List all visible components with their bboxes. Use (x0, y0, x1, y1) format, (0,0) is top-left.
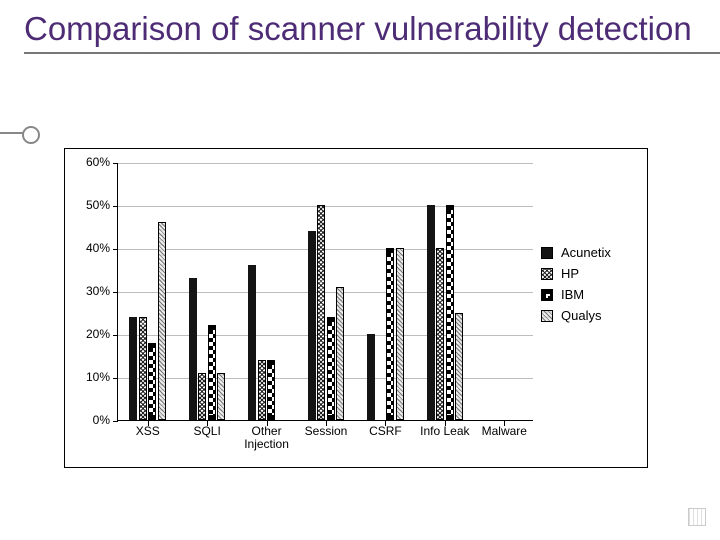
x-axis-label: Malware (482, 425, 527, 438)
bar-qualys (217, 373, 225, 420)
bar-hp (198, 373, 206, 420)
legend-label: Qualys (561, 308, 601, 323)
slide-root: Comparison of scanner vulnerability dete… (0, 0, 720, 540)
bar-qualys (455, 313, 463, 421)
gridline (118, 378, 533, 379)
plot-area: 0%10%20%30%40%50%60%XSSSQLIOther Injecti… (117, 163, 533, 421)
bar-hp (258, 360, 266, 420)
x-axis-label: SQLI (193, 425, 220, 438)
legend-item-qualys: Qualys (541, 308, 641, 323)
bar-acunetix (189, 278, 197, 420)
bar-acunetix (248, 265, 256, 420)
chart-container: 0% 10% 20% 30% 40% 50% 60% XSS SQLI Other Injecti… (64, 148, 648, 468)
y-axis-label: 0% (70, 413, 110, 427)
bar-ibm (267, 360, 275, 420)
bar-ibm (148, 343, 156, 420)
legend-label: HP (561, 266, 579, 281)
bar-qualys (336, 287, 344, 420)
bar-qualys (158, 222, 166, 420)
x-axis-label: CSRF (369, 425, 402, 438)
y-tick (113, 249, 118, 250)
legend-item-ibm: IBM (541, 287, 641, 302)
legend: Acunetix HP IBM Qualys (541, 239, 641, 329)
legend-label: IBM (561, 287, 584, 302)
y-tick (113, 378, 118, 379)
bar-acunetix (367, 334, 375, 420)
bar-acunetix (308, 231, 316, 420)
x-axis-label: XSS (136, 425, 160, 438)
ornament-icon (0, 123, 30, 143)
y-tick (113, 335, 118, 336)
bar-ibm (446, 205, 454, 420)
bar-qualys (396, 248, 404, 420)
bar-hp (139, 317, 147, 420)
y-tick (113, 206, 118, 207)
bar-ibm (208, 325, 216, 420)
y-axis-label: 10% (70, 370, 110, 384)
gridline (118, 335, 533, 336)
x-axis-label: Session (305, 425, 348, 438)
square-icon (541, 310, 553, 322)
bar-hp (436, 248, 444, 420)
square-icon (541, 247, 553, 259)
y-axis-label: 30% (70, 284, 110, 298)
bar-acunetix (427, 205, 435, 420)
x-axis-label: Info Leak (420, 425, 469, 438)
y-axis-label: 40% (70, 241, 110, 255)
x-axis-label: Other Injection (244, 425, 289, 451)
y-axis-label: 60% (70, 155, 110, 169)
gridline (118, 163, 533, 164)
y-axis-label: 20% (70, 327, 110, 341)
gridline (118, 292, 533, 293)
bar-acunetix (129, 317, 137, 420)
legend-item-acunetix: Acunetix (541, 245, 641, 260)
legend-item-hp: HP (541, 266, 641, 281)
y-tick (113, 292, 118, 293)
gridline (118, 206, 533, 207)
title-band: Comparison of scanner vulnerability dete… (24, 10, 720, 54)
gridline (118, 249, 533, 250)
y-tick (113, 163, 118, 164)
legend-label: Acunetix (561, 245, 611, 260)
y-axis-label: 50% (70, 198, 110, 212)
page-title: Comparison of scanner vulnerability dete… (24, 10, 720, 48)
square-icon (541, 289, 553, 301)
y-tick (113, 421, 118, 422)
bar-ibm (386, 248, 394, 420)
footer-ornament-icon (688, 508, 706, 526)
bar-hp (317, 205, 325, 420)
square-icon (541, 268, 553, 280)
bar-ibm (327, 317, 335, 420)
